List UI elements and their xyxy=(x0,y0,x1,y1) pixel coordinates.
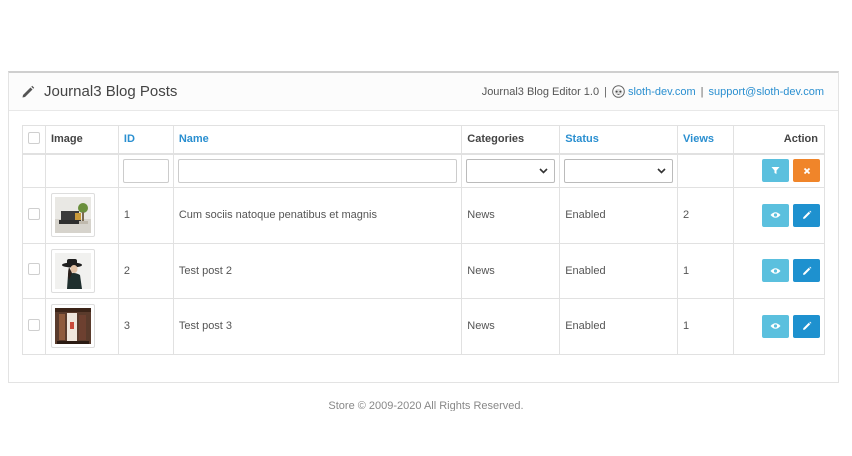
row-name: Test post 3 xyxy=(172,298,463,355)
row-id: 2 xyxy=(117,242,174,299)
filter-empty-cell xyxy=(44,153,119,188)
clear-filter-button[interactable] xyxy=(793,159,820,183)
pencil-icon xyxy=(22,85,35,97)
panel-title-text: Journal3 Blog Posts xyxy=(44,83,178,100)
row-views: 2 xyxy=(677,187,734,244)
row-id: 3 xyxy=(117,298,174,355)
living-room-photo xyxy=(54,197,91,236)
eye-icon xyxy=(770,212,781,218)
post-thumbnail[interactable] xyxy=(50,248,95,293)
select-all-checkbox[interactable] xyxy=(27,131,40,144)
copyright-text: Store © 2009-2020 All Rights Reserved. xyxy=(328,400,524,411)
column-status: Status xyxy=(559,125,679,155)
post-thumbnail[interactable] xyxy=(50,304,95,349)
site-link[interactable]: sloth-dev.com xyxy=(628,86,696,98)
filter-id-input[interactable] xyxy=(122,158,169,183)
blog-posts-panel: Journal3 Blog Posts Journal3 Blog Editor… xyxy=(8,71,839,383)
close-icon xyxy=(803,167,810,174)
sort-by-name-link[interactable]: Name xyxy=(179,133,209,145)
woman-in-hat-photo xyxy=(54,252,91,292)
filter-row xyxy=(22,153,825,188)
table-row: 2 Test post 2 News Enabled 1 xyxy=(22,242,825,299)
separator: | xyxy=(604,85,607,98)
row-category: News xyxy=(461,298,561,355)
column-name: Name xyxy=(172,125,463,155)
row-name: Test post 2 xyxy=(172,242,463,299)
eye-icon xyxy=(770,323,781,329)
filter-category-select[interactable] xyxy=(466,158,556,183)
separator: | xyxy=(700,85,704,98)
column-action: Action xyxy=(733,125,825,155)
row-category: News xyxy=(461,187,561,244)
filter-status-cell xyxy=(559,153,679,188)
pencil-icon xyxy=(802,321,811,331)
panel-title: Journal3 Blog Posts xyxy=(21,83,177,100)
filter-name-cell xyxy=(172,153,463,188)
blog-posts-table: Image ID Name Categories Status Views Ac… xyxy=(22,125,825,355)
select-all-cell xyxy=(22,125,46,155)
row-actions-cell xyxy=(733,242,825,299)
column-image: Image xyxy=(44,125,119,155)
row-actions-cell xyxy=(733,187,825,244)
column-views: Views xyxy=(677,125,734,155)
pencil-icon xyxy=(802,210,811,220)
chevron-down-icon xyxy=(657,168,666,174)
filter-actions-cell xyxy=(733,153,825,188)
row-name: Cum sociis natoque penatibus et magnis xyxy=(172,187,463,244)
filter-status-select[interactable] xyxy=(564,158,674,183)
row-checkbox[interactable] xyxy=(27,207,40,220)
table-header-row: Image ID Name Categories Status Views Ac… xyxy=(22,125,825,155)
row-status: Enabled xyxy=(559,298,679,355)
pencil-icon xyxy=(802,266,811,275)
filter-button[interactable] xyxy=(762,159,789,183)
view-button[interactable] xyxy=(762,203,789,227)
row-image-cell xyxy=(44,298,119,355)
eye-icon xyxy=(770,268,781,274)
table-row: 3 Test post 3 News Enabled 1 xyxy=(22,298,825,355)
filter-empty-cell xyxy=(22,153,46,188)
filter-icon xyxy=(771,167,780,175)
filter-id-cell xyxy=(117,153,174,188)
row-id: 1 xyxy=(117,187,174,244)
view-button[interactable] xyxy=(762,314,789,338)
filter-category-cell xyxy=(461,153,561,188)
edit-button[interactable] xyxy=(793,203,820,227)
sort-by-status-link[interactable]: Status xyxy=(565,133,599,145)
row-image-cell xyxy=(44,187,119,244)
filter-name-input[interactable] xyxy=(177,158,458,183)
row-select-cell xyxy=(22,242,46,299)
sort-by-views-link[interactable]: Views xyxy=(683,133,714,145)
sort-by-id-link[interactable]: ID xyxy=(124,133,135,145)
row-checkbox[interactable] xyxy=(27,263,40,276)
edit-button[interactable] xyxy=(793,259,820,283)
row-category: News xyxy=(461,242,561,299)
row-views: 1 xyxy=(677,298,734,355)
post-thumbnail[interactable] xyxy=(50,193,95,238)
column-id: ID xyxy=(117,125,174,155)
view-button[interactable] xyxy=(762,259,789,283)
row-status: Enabled xyxy=(559,187,679,244)
panel-meta: Journal3 Blog Editor 1.0 | sloth-dev.com… xyxy=(482,85,824,98)
table-row: 1 Cum sociis natoque penatibus et magnis… xyxy=(22,187,825,244)
clothing-rack-photo xyxy=(54,308,91,347)
row-actions-cell xyxy=(733,298,825,355)
support-email-link[interactable]: support@sloth-dev.com xyxy=(708,86,824,98)
row-status: Enabled xyxy=(559,242,679,299)
row-image-cell xyxy=(44,242,119,299)
editor-version: Journal3 Blog Editor 1.0 xyxy=(481,85,600,98)
filter-empty-cell xyxy=(677,153,734,188)
row-select-cell xyxy=(22,298,46,355)
chevron-down-icon xyxy=(539,168,548,174)
sloth-logo-icon xyxy=(612,85,625,98)
column-categories: Categories xyxy=(461,125,561,155)
edit-button[interactable] xyxy=(793,314,820,338)
row-views: 1 xyxy=(677,242,734,299)
row-checkbox[interactable] xyxy=(27,318,40,331)
panel-heading: Journal3 Blog Posts Journal3 Blog Editor… xyxy=(9,73,838,111)
page-footer: Store © 2009-2020 All Rights Reserved. xyxy=(0,400,852,411)
row-select-cell xyxy=(22,187,46,244)
